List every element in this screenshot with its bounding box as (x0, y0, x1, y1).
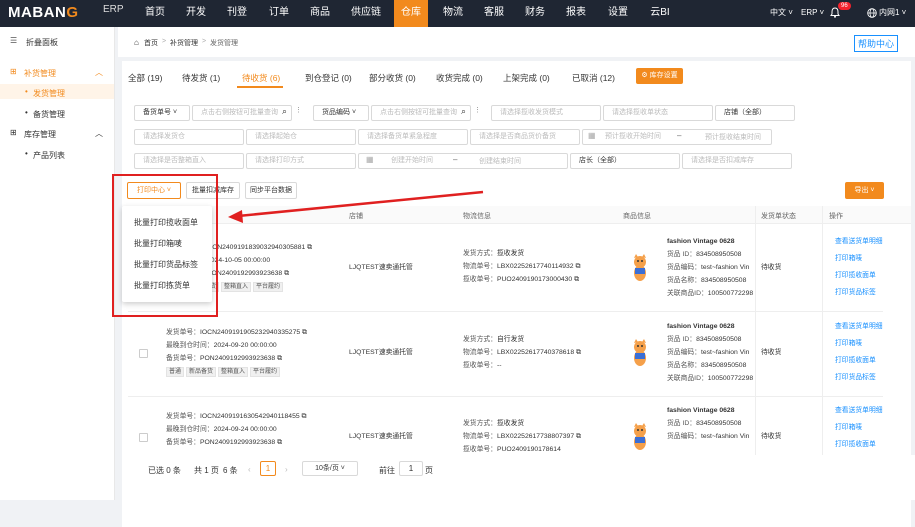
annotation-arrow (228, 190, 484, 223)
